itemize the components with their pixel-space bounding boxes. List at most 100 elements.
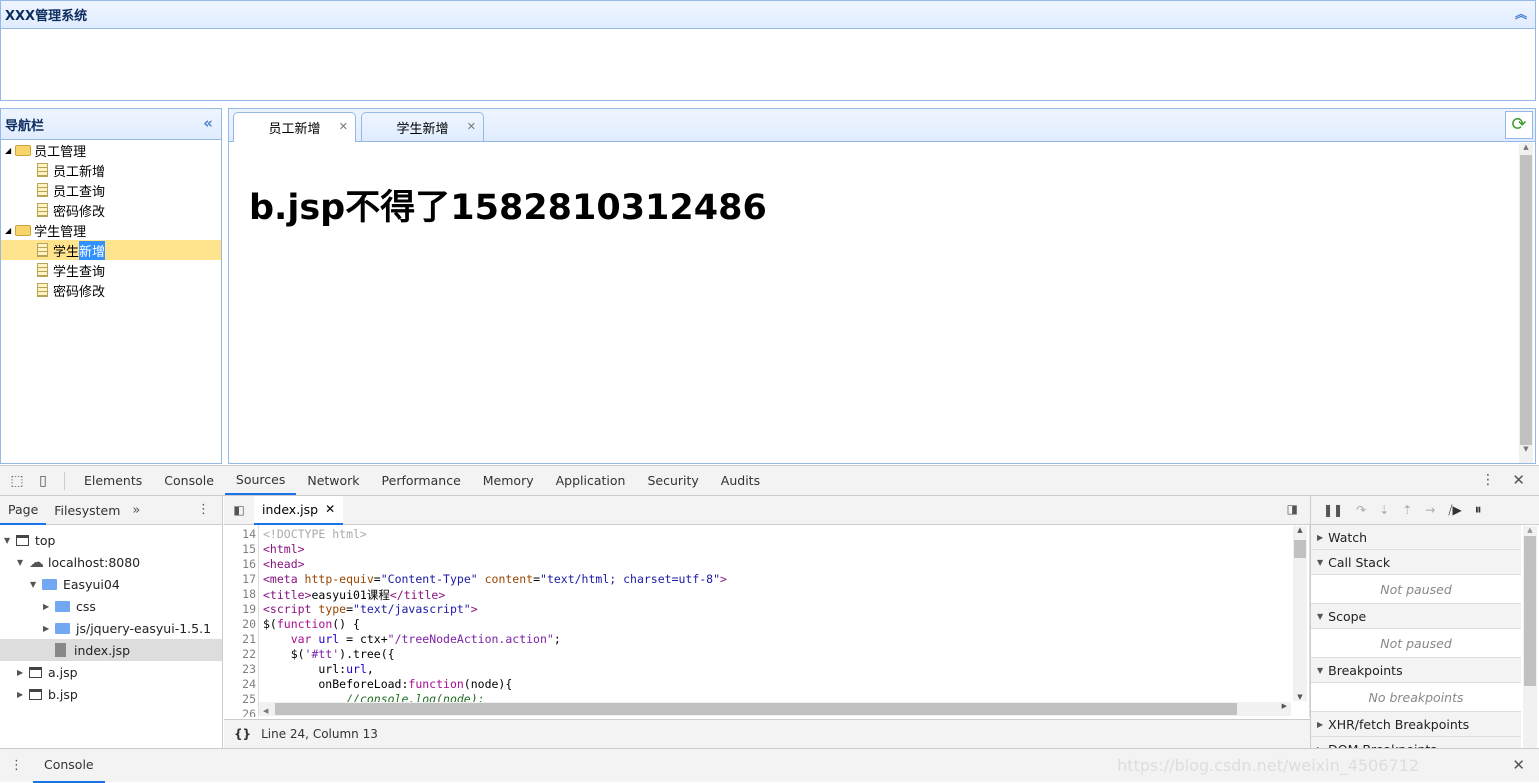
devtools-tab-audits[interactable]: Audits — [710, 466, 771, 495]
close-devtools-icon[interactable]: ✕ — [1512, 471, 1525, 489]
line-number[interactable]: 21 — [224, 632, 256, 646]
line-number[interactable]: 26 — [224, 707, 256, 717]
line-number[interactable]: 15 — [224, 542, 256, 556]
section-watch[interactable]: ▶ Watch — [1311, 525, 1521, 550]
step-over-icon[interactable]: ↷ — [1356, 503, 1366, 517]
inspect-icon[interactable]: ⬚ — [4, 473, 30, 489]
section-scope[interactable]: ▼ Scope — [1311, 604, 1521, 629]
collapsed-icon[interactable]: ▶ — [43, 602, 55, 611]
tree-item[interactable]: 员工新增 — [1, 160, 221, 180]
content-scrollbar[interactable]: ▲ ▼ — [1519, 143, 1533, 463]
file-icon — [37, 183, 48, 197]
collapsed-icon[interactable]: ▶ — [17, 668, 29, 677]
code-editor[interactable]: 14 <!DOCTYPE html> 15 <html> 16 <head> 17 <meta… — [224, 525, 1310, 717]
section-call-stack[interactable]: ▼ Call Stack — [1311, 550, 1521, 575]
source-tree-item[interactable]: ▼ top — [0, 529, 222, 551]
tree-item[interactable]: 密码修改 — [1, 200, 221, 220]
tree-item[interactable]: 密码修改 — [1, 280, 221, 300]
devtools-tab-application[interactable]: Application — [545, 466, 637, 495]
close-icon[interactable]: ✕ — [325, 502, 335, 516]
step-out-icon[interactable]: ⇡ — [1402, 503, 1412, 517]
step-into-icon[interactable]: ⇣ — [1379, 503, 1389, 517]
close-icon[interactable]: ✕ — [339, 120, 348, 133]
devtools-tab-elements[interactable]: Elements — [73, 466, 153, 495]
tree-group[interactable]: ◢ 员工管理 — [1, 140, 221, 160]
expanded-icon[interactable]: ▼ — [17, 558, 29, 567]
tree-item[interactable]: 学生 新增 — [1, 240, 221, 260]
collapse-left-icon[interactable]: « — [203, 114, 213, 132]
file-icon — [37, 163, 48, 177]
drawer-menu-icon[interactable]: ⋮ — [0, 758, 33, 773]
editor-vscrollbar[interactable]: ▲ ▼ — [1293, 526, 1307, 701]
nav-tab-page[interactable]: Page — [0, 496, 47, 525]
source-tree-item[interactable]: ▶ css — [0, 595, 222, 617]
line-number[interactable]: 19 — [224, 602, 256, 616]
source-tree-item[interactable]: ▼ ☁ localhost:8080 — [0, 551, 222, 573]
devtools-tab-sources[interactable]: Sources — [224, 466, 297, 495]
close-icon[interactable]: ✕ — [467, 120, 476, 133]
device-toggle-icon[interactable]: ▯ — [30, 473, 56, 489]
tree-item[interactable]: 学生查询 — [1, 260, 221, 280]
toggle-debugger-icon[interactable]: ◨ — [1287, 502, 1298, 516]
devtools-tab-network[interactable]: Network — [296, 466, 370, 495]
nav-tab-filesystem[interactable]: Filesystem — [46, 496, 128, 524]
file-icon — [37, 283, 48, 297]
line-number[interactable]: 20 — [224, 617, 256, 631]
devtools-tab-memory[interactable]: Memory — [472, 466, 545, 495]
code-line: <html> — [263, 542, 305, 556]
section-xhr-fetch-breakpoints[interactable]: ▶ XHR/fetch Breakpoints — [1311, 712, 1521, 737]
source-tree-item[interactable]: ▶ a.jsp — [0, 661, 222, 683]
source-tree-item[interactable]: ▶ js/jquery-easyui-1.5.1 — [0, 617, 222, 639]
file-tab[interactable]: index.jsp ✕ — [254, 495, 344, 525]
code-token: "text/javascript" — [353, 602, 471, 616]
refresh-icon[interactable]: ⟳ — [1505, 111, 1533, 139]
source-tree-item[interactable]: ▶ b.jsp — [0, 683, 222, 705]
close-drawer-icon[interactable]: ✕ — [1512, 756, 1525, 774]
code-token: "text/html; charset=utf-8" — [540, 572, 721, 586]
line-number[interactable]: 16 — [224, 557, 256, 571]
expand-icon[interactable]: ◢ — [5, 226, 11, 235]
devtools-tab-security[interactable]: Security — [636, 466, 709, 495]
line-number[interactable]: 18 — [224, 587, 256, 601]
step-icon[interactable]: → — [1425, 503, 1435, 517]
source-tree-label: js/jquery-easyui-1.5.1 — [76, 620, 212, 636]
line-number[interactable]: 23 — [224, 662, 256, 676]
line-number[interactable]: 25 — [224, 692, 256, 706]
deactivate-breakpoints-icon[interactable]: ⧸▶ — [1448, 503, 1461, 518]
source-tree-item[interactable]: index.jsp — [0, 639, 222, 661]
tabs-panel: 员工新增 ✕ 学生新增 ✕ ⟳ b.jsp不得了1582810312486 ▲ ▼ — [228, 108, 1536, 464]
tab-employee-add[interactable]: 员工新增 ✕ — [233, 112, 356, 142]
drawer-tab-console[interactable]: Console — [33, 749, 105, 783]
debugger-scrollbar[interactable]: ▲ — [1523, 526, 1537, 748]
editor-hscrollbar[interactable]: ◀ ▶ — [259, 702, 1291, 716]
collapse-up-icon[interactable]: ︽ — [1515, 5, 1527, 22]
nav-menu-icon[interactable]: ⋮ — [197, 502, 210, 517]
section-empty-message: Not paused — [1311, 629, 1521, 658]
pause-icon[interactable]: ❚❚ — [1323, 503, 1343, 517]
line-number[interactable]: 24 — [224, 677, 256, 691]
pretty-print-icon[interactable]: {} — [224, 727, 261, 741]
expand-icon[interactable]: ◢ — [5, 146, 11, 155]
devtools-tab-performance[interactable]: Performance — [371, 466, 472, 495]
line-number[interactable]: 17 — [224, 572, 256, 586]
tree-item-label: 员工查询 — [53, 184, 106, 200]
tree-group[interactable]: ◢ 学生管理 — [1, 220, 221, 240]
expanded-icon[interactable]: ▼ — [4, 536, 16, 545]
tree-item[interactable]: 员工查询 — [1, 180, 221, 200]
toggle-navigator-icon[interactable]: ◧ — [224, 503, 254, 517]
line-number[interactable]: 14 — [224, 527, 256, 541]
section-breakpoints[interactable]: ▼ Breakpoints — [1311, 658, 1521, 683]
more-tabs-icon[interactable]: » — [132, 503, 140, 518]
line-number[interactable]: 22 — [224, 647, 256, 661]
expanded-icon[interactable]: ▼ — [30, 580, 42, 589]
devtools: ⬚ ▯ Elements Console Sources Network Perform… — [0, 465, 1539, 783]
collapsed-icon[interactable]: ▶ — [17, 690, 29, 699]
more-menu-icon[interactable]: ⋮ — [1481, 472, 1495, 488]
pause-on-exceptions-icon[interactable]: ⏸ — [1475, 502, 1482, 518]
code-token: url — [318, 632, 340, 646]
collapsed-icon[interactable]: ▶ — [43, 624, 55, 633]
tab-student-add[interactable]: 学生新增 ✕ — [361, 112, 484, 141]
devtools-tab-console[interactable]: Console — [153, 466, 225, 495]
source-tree-item[interactable]: ▼ Easyui04 — [0, 573, 222, 595]
